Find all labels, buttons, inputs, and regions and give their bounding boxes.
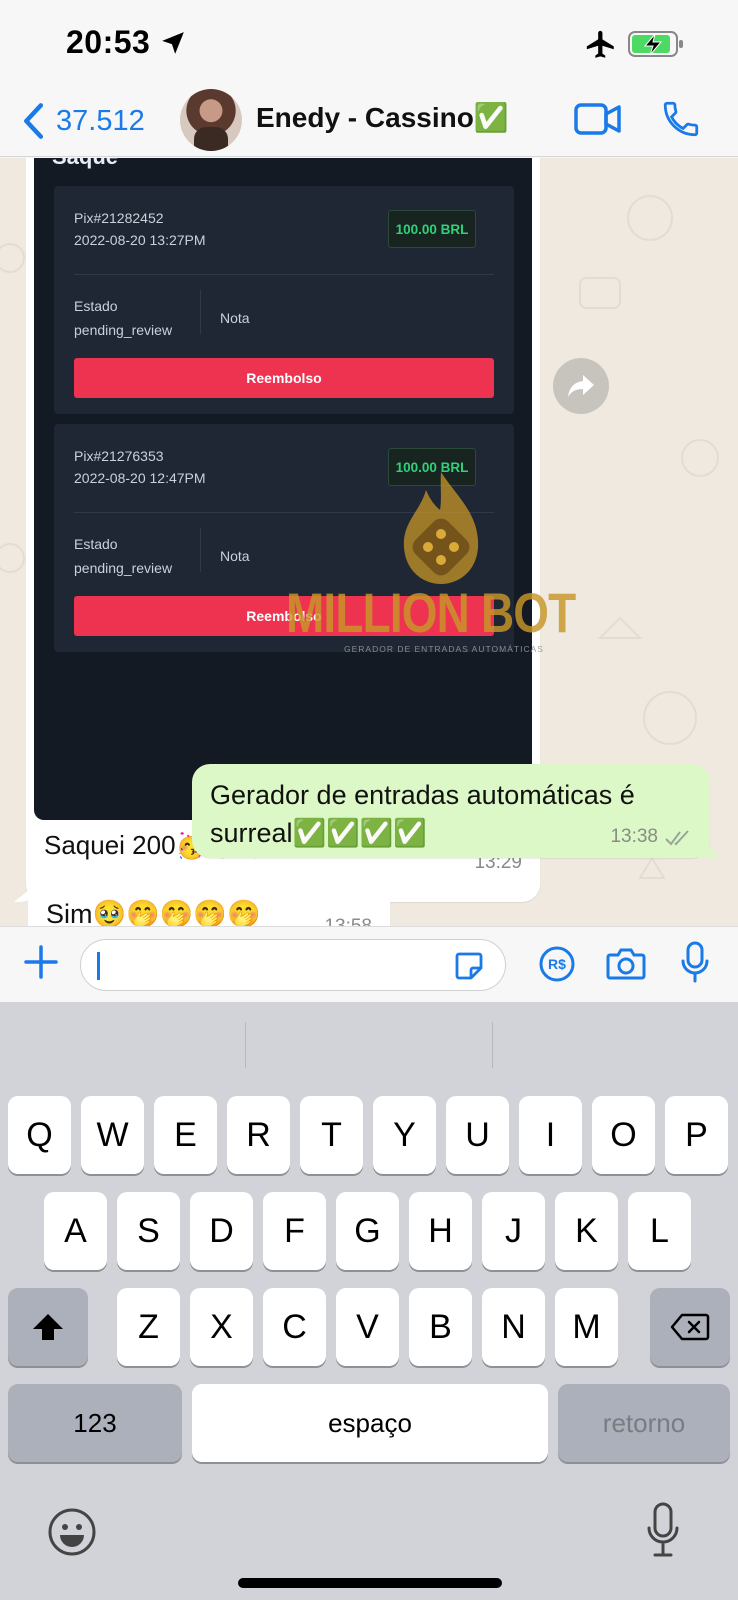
- key-j[interactable]: J: [482, 1192, 545, 1270]
- key-w[interactable]: W: [81, 1096, 144, 1174]
- battery-charging-icon: [628, 31, 683, 57]
- shift-arrow-icon: [33, 1314, 63, 1340]
- key-m[interactable]: M: [555, 1288, 618, 1366]
- estado-label: Estado: [74, 298, 118, 314]
- key-n[interactable]: N: [482, 1288, 545, 1366]
- divider: [74, 512, 494, 513]
- key-e[interactable]: E: [154, 1096, 217, 1174]
- withdrawal-id: Pix#21282452: [74, 210, 164, 226]
- read-ticks-icon: [665, 830, 689, 846]
- outgoing-message[interactable]: Gerador de entradas automáticas é surrea…: [192, 764, 710, 858]
- withdrawal-amount: 100.00 BRL: [388, 448, 476, 486]
- key-t[interactable]: T: [300, 1096, 363, 1174]
- key-b[interactable]: B: [409, 1288, 472, 1366]
- nota-label: Nota: [220, 310, 250, 326]
- withdrawal-amount: 100.00 BRL: [388, 210, 476, 248]
- key-z[interactable]: Z: [117, 1288, 180, 1366]
- message-input-bar: R$: [0, 926, 738, 1002]
- video-call-icon[interactable]: [574, 99, 622, 139]
- key-q[interactable]: Q: [8, 1096, 71, 1174]
- message-time: 13:38: [610, 826, 658, 847]
- backspace-icon: [670, 1313, 710, 1341]
- key-l[interactable]: L: [628, 1192, 691, 1270]
- key-g[interactable]: G: [336, 1192, 399, 1270]
- key-u[interactable]: U: [446, 1096, 509, 1174]
- numbers-key[interactable]: 123: [8, 1384, 182, 1462]
- chat-area[interactable]: Saque Pix#21282452 2022-08-20 13:27PM 10…: [0, 158, 738, 926]
- status-bar: 20:53: [0, 0, 738, 85]
- avatar[interactable]: [180, 89, 242, 151]
- key-o[interactable]: O: [592, 1096, 655, 1174]
- key-y[interactable]: Y: [373, 1096, 436, 1174]
- on-screen-keyboard: Q W E R T Y U I O P A S D F G H J K L Z …: [0, 1002, 738, 1600]
- message-input[interactable]: [80, 939, 506, 991]
- message-time: 13:58: [324, 916, 372, 926]
- key-f[interactable]: F: [263, 1192, 326, 1270]
- message-text: Sim🥹🤭🤭🤭🤭: [46, 899, 261, 926]
- text-cursor: [97, 952, 100, 980]
- key-v[interactable]: V: [336, 1288, 399, 1366]
- suggestion-divider: [245, 1022, 246, 1068]
- refund-button: Reembolso: [74, 596, 494, 636]
- plus-icon[interactable]: [22, 943, 60, 981]
- estado-label: Estado: [74, 536, 118, 552]
- forward-arrow-icon: [568, 375, 594, 397]
- forward-button[interactable]: [553, 358, 609, 414]
- contact-name[interactable]: Enedy - Cassino✅: [256, 101, 509, 134]
- estado-value: pending_review: [74, 322, 173, 338]
- divider: [200, 290, 201, 334]
- key-c[interactable]: C: [263, 1288, 326, 1366]
- key-i[interactable]: I: [519, 1096, 582, 1174]
- key-h[interactable]: H: [409, 1192, 472, 1270]
- key-p[interactable]: P: [665, 1096, 728, 1174]
- status-time: 20:53: [66, 24, 151, 60]
- camera-icon[interactable]: [606, 945, 646, 981]
- home-indicator: [238, 1578, 502, 1588]
- withdrawal-id: Pix#21276353: [74, 448, 164, 464]
- backspace-key[interactable]: [650, 1288, 730, 1366]
- location-arrow-icon: [162, 32, 184, 54]
- key-x[interactable]: X: [190, 1288, 253, 1366]
- key-r[interactable]: R: [227, 1096, 290, 1174]
- shift-key[interactable]: [8, 1288, 88, 1366]
- airplane-mode-icon: [586, 30, 614, 58]
- emoji-icon[interactable]: [46, 1506, 98, 1558]
- sticker-icon[interactable]: [453, 950, 485, 982]
- return-key[interactable]: retorno: [558, 1384, 730, 1462]
- withdrawal-card: Pix#21276353 2022-08-20 12:47PM 100.00 B…: [54, 424, 514, 652]
- refund-button: Reembolso: [74, 358, 494, 398]
- payment-icon[interactable]: R$: [538, 945, 576, 983]
- svg-text:R$: R$: [548, 956, 566, 972]
- nota-label: Nota: [220, 548, 250, 564]
- back-button[interactable]: 37.512: [20, 99, 145, 143]
- key-a[interactable]: A: [44, 1192, 107, 1270]
- key-k[interactable]: K: [555, 1192, 618, 1270]
- key-d[interactable]: D: [190, 1192, 253, 1270]
- withdrawal-date: 2022-08-20 13:27PM: [74, 232, 206, 248]
- shared-screenshot-image[interactable]: Saque Pix#21282452 2022-08-20 13:27PM 10…: [34, 158, 532, 820]
- incoming-message[interactable]: Sim🥹🤭🤭🤭🤭 13:58: [28, 882, 390, 926]
- screenshot-title: Saque: [52, 158, 118, 170]
- suggestion-divider: [492, 1022, 493, 1068]
- key-s[interactable]: S: [117, 1192, 180, 1270]
- withdrawal-date: 2022-08-20 12:47PM: [74, 470, 206, 486]
- chat-header: 37.512 Enedy - Cassino✅: [0, 85, 738, 157]
- estado-value: pending_review: [74, 560, 173, 576]
- divider: [200, 528, 201, 572]
- space-key[interactable]: espaço: [192, 1384, 548, 1462]
- dictation-mic-icon[interactable]: [646, 1502, 680, 1558]
- unread-count: 37.512: [56, 104, 145, 137]
- phone-call-icon[interactable]: [660, 97, 702, 141]
- withdrawal-card: Pix#21282452 2022-08-20 13:27PM 100.00 B…: [54, 186, 514, 414]
- microphone-icon[interactable]: [680, 941, 710, 983]
- divider: [74, 274, 494, 275]
- chevron-left-icon: [24, 103, 44, 139]
